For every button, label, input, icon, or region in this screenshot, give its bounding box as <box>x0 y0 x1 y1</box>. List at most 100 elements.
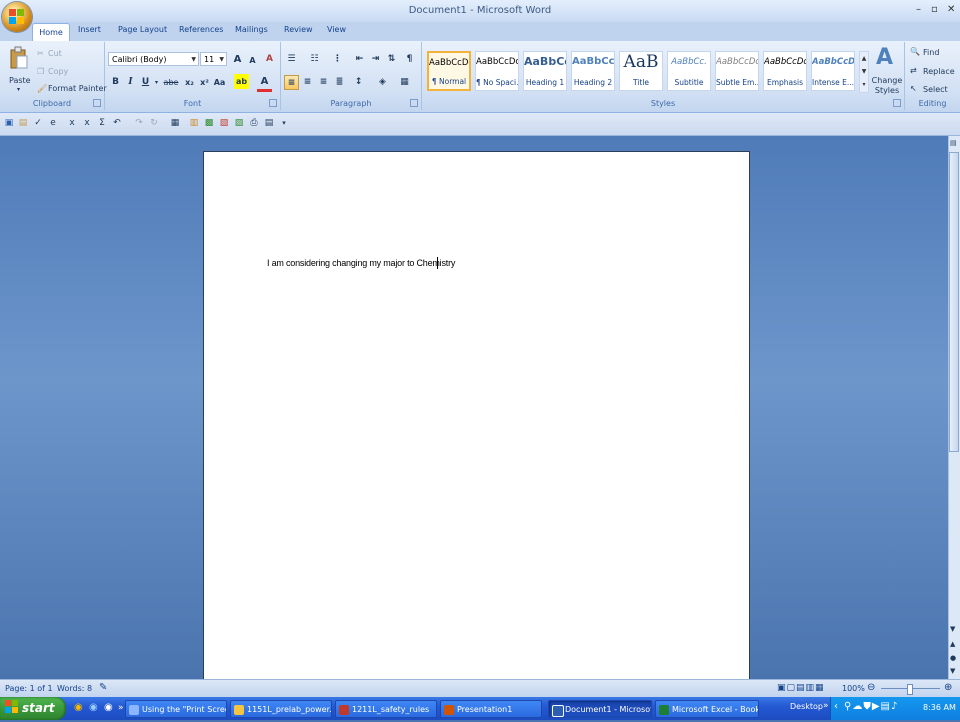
tray-back-icon[interactable]: ‹ <box>834 701 838 712</box>
style-heading-1[interactable]: AaBbCc Heading 1 <box>523 51 567 91</box>
decrease-indent-icon[interactable]: ⇤ <box>352 52 367 67</box>
customize-qat-icon[interactable]: ▾ <box>278 117 290 130</box>
grow-font-button[interactable]: A <box>230 52 245 67</box>
show-marks-button[interactable]: ¶ <box>402 52 417 67</box>
format-painter-button[interactable]: Format Painter <box>48 84 107 93</box>
replace-button[interactable]: Replace <box>923 67 955 76</box>
line-spacing-icon[interactable]: ↕ <box>351 75 366 90</box>
select-browse-icon[interactable]: ● <box>950 654 956 662</box>
spelling-icon[interactable]: ✓ <box>32 117 44 130</box>
equation-icon[interactable]: e <box>47 117 59 130</box>
italic-button[interactable]: I <box>123 75 138 90</box>
zoom-slider-thumb[interactable] <box>907 684 913 695</box>
align-center-icon[interactable]: ≡ <box>300 75 315 90</box>
style-subtitle[interactable]: AaBbCc. Subtitle <box>667 51 711 91</box>
sum-icon[interactable]: Σ <box>96 117 108 130</box>
excel-icon[interactable]: ▩ <box>203 117 215 130</box>
word-count[interactable]: Words: 8 <box>57 684 92 693</box>
paste-icon[interactable] <box>9 46 29 70</box>
paste-icon[interactable]: ▤ <box>17 117 29 130</box>
font-launcher-icon[interactable] <box>269 99 277 107</box>
taskbar-item-print-screen[interactable]: Using the "Print Scree... <box>125 700 227 718</box>
picture-icon[interactable]: ▧ <box>218 117 230 130</box>
undo-icon[interactable]: ↶ <box>111 117 123 130</box>
cut-button[interactable]: Cut <box>48 49 62 58</box>
zoom-out-icon[interactable]: ⊖ <box>867 682 875 693</box>
shading-icon[interactable]: ◈ <box>375 75 390 90</box>
numbering-icon[interactable]: ☷ <box>307 52 322 67</box>
minimize-button[interactable]: – <box>916 4 921 15</box>
chart-icon[interactable]: ▥ <box>188 117 200 130</box>
bullets-icon[interactable]: ☰ <box>284 52 299 67</box>
strikethrough-button[interactable]: abe <box>162 75 180 90</box>
styles-launcher-icon[interactable] <box>893 99 901 107</box>
font-name-combo[interactable]: Calibri (Body) ▼ <box>108 52 199 66</box>
taskbar-item-presentation[interactable]: Presentation1 <box>440 700 542 718</box>
borders-icon[interactable]: ▦ <box>397 75 412 90</box>
tab-review[interactable]: Review <box>284 25 313 34</box>
style-intense-emphasis[interactable]: AaBbCcDc Intense E... <box>811 51 855 91</box>
taskbar-item-excel[interactable]: Microsoft Excel - Book1 <box>655 700 759 718</box>
browser-icon[interactable]: ◉ <box>74 702 83 713</box>
increase-indent-icon[interactable]: ⇥ <box>368 52 383 67</box>
desktop-toolbar[interactable]: Desktop <box>790 702 823 711</box>
print-preview-icon[interactable]: ⎙ <box>248 117 260 130</box>
restore-button[interactable]: ▫ <box>931 4 938 15</box>
change-styles-button[interactable]: Change Styles <box>870 76 904 96</box>
tab-mailings[interactable]: Mailings <box>235 25 268 34</box>
bold-button[interactable]: B <box>108 75 123 90</box>
toolbar-more-icon[interactable]: » <box>823 701 829 711</box>
media-icon[interactable]: ◉ <box>104 702 113 713</box>
superscript-icon[interactable]: x <box>81 117 93 130</box>
clipboard-launcher-icon[interactable] <box>93 99 101 107</box>
superscript-button[interactable]: x² <box>197 75 212 90</box>
previous-page-icon[interactable]: ▲ <box>950 640 955 648</box>
office-button[interactable] <box>2 2 32 32</box>
paste-button[interactable]: Paste <box>9 76 31 85</box>
align-right-icon[interactable]: ≡ <box>316 75 331 90</box>
styles-scroll-icon[interactable]: ▲ ▼ ▾ <box>859 51 869 93</box>
quicklaunch-more-icon[interactable]: » <box>118 703 124 713</box>
align-left-icon[interactable]: ≡ <box>284 75 299 90</box>
shrink-font-button[interactable]: A <box>245 53 260 68</box>
paste-dropdown-icon[interactable]: ▾ <box>17 86 20 93</box>
scrollbar-thumb[interactable] <box>949 152 959 452</box>
paragraph-launcher-icon[interactable] <box>410 99 418 107</box>
change-case-button[interactable]: Aa <box>212 75 227 90</box>
save-icon[interactable]: ▣ <box>3 117 15 130</box>
style-heading-2[interactable]: AaBbCc Heading 2 <box>571 51 615 91</box>
tray-icons[interactable]: ⚲☁⛊▶▤♪ <box>844 701 898 712</box>
document-text[interactable]: I am considering changing my major to Ch… <box>267 258 455 268</box>
copy-button[interactable]: Copy <box>48 67 68 76</box>
subscript-button[interactable]: x₂ <box>182 75 197 90</box>
zoom-in-icon[interactable]: ⊕ <box>944 682 952 693</box>
justify-icon[interactable]: ≣ <box>332 75 347 90</box>
zoom-level[interactable]: 100% <box>842 684 865 693</box>
highlight-button[interactable]: ab <box>234 74 249 89</box>
font-size-combo[interactable]: 11 ▼ <box>200 52 227 66</box>
clipart-icon[interactable]: ▨ <box>233 117 245 130</box>
view-buttons[interactable]: ▣▢▤▥▦ <box>777 683 825 693</box>
table-icon[interactable]: ▦ <box>169 117 181 130</box>
taskbar-item-prelab[interactable]: 1151L_prelab_power... <box>230 700 332 718</box>
tab-references[interactable]: References <box>179 25 223 34</box>
sort-icon[interactable]: ⇅ <box>384 52 399 67</box>
ie-icon[interactable]: ◉ <box>89 702 98 713</box>
tab-view[interactable]: View <box>327 25 346 34</box>
tab-page-layout[interactable]: Page Layout <box>118 25 167 34</box>
ruler-toggle-icon[interactable]: ▤ <box>950 139 957 147</box>
tab-insert[interactable]: Insert <box>78 25 101 34</box>
next-page-icon[interactable]: ▼ <box>950 667 955 675</box>
change-styles-icon[interactable]: A <box>876 45 893 70</box>
tab-home[interactable]: Home <box>32 23 70 42</box>
proofing-icon[interactable]: ✎ <box>99 682 107 693</box>
multilevel-list-icon[interactable]: ⋮ <box>330 52 345 67</box>
font-color-button[interactable]: A <box>257 74 272 92</box>
style-title[interactable]: AaB Title <box>619 51 663 91</box>
subscript-icon[interactable]: x <box>66 117 78 130</box>
scroll-down-icon[interactable]: ▼ <box>950 625 955 633</box>
style-subtle-emphasis[interactable]: AaBbCcDc Subtle Em... <box>715 51 759 91</box>
style-normal[interactable]: AaBbCcDc ¶ Normal <box>427 51 471 91</box>
document-page[interactable] <box>203 151 750 693</box>
repeat-icon[interactable]: ↻ <box>148 117 160 130</box>
